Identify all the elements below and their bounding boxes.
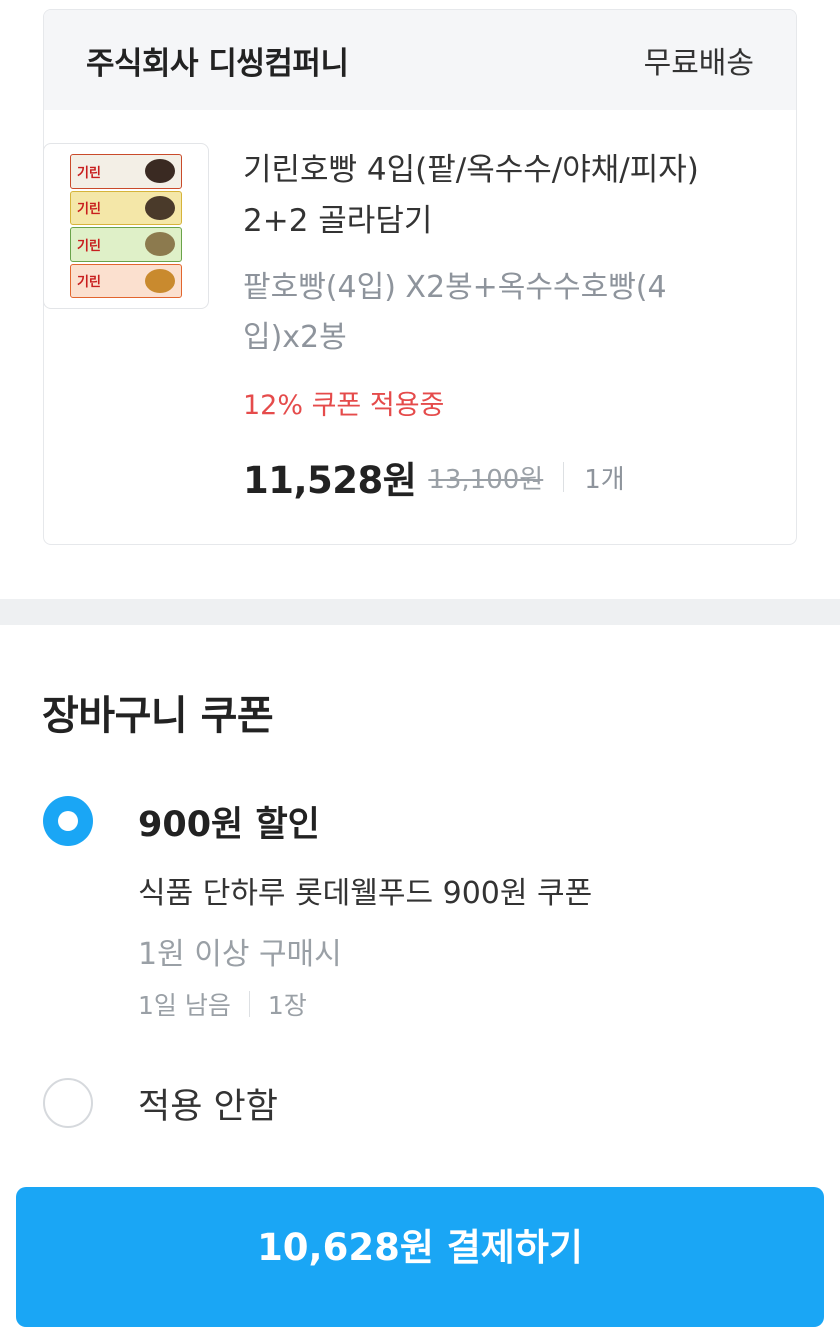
quantity: 1개 (584, 464, 625, 495)
coupon-applied-badge: 12% 쿠폰 적용중 (243, 390, 445, 421)
coupon-remaining: 1일 남음 (138, 991, 231, 1020)
product-option: 팥호빵(4입) X2봉+옥수수호빵(4입)x2봉 (243, 270, 667, 355)
coupon-name[interactable]: 900원 할인 (138, 796, 320, 847)
coupon-description: 식품 단하루 롯데웰푸드 900원 쿠폰 (138, 876, 593, 911)
thumbnail-label: 기린 (77, 202, 101, 218)
thumbnail-label: 기린 (77, 165, 101, 181)
seller-header: 주식회사 디씽컴퍼니 무료배송 (44, 10, 796, 110)
price-divider (563, 462, 565, 492)
product-thumbnail[interactable]: 기린 기린 기린 기린 (43, 143, 209, 309)
coupon-radio-selected[interactable] (43, 796, 93, 846)
coupon-meta: 1일 남음 1장 (138, 986, 307, 1022)
section-divider (0, 599, 840, 625)
product-image: 기린 기린 기린 기린 (70, 154, 182, 298)
radio-dot-icon (58, 811, 78, 831)
shipping-info: 무료배송 (643, 46, 754, 81)
original-price: 13,100원 (428, 464, 544, 495)
cart-coupon-title: 장바구니 쿠폰 (42, 693, 274, 739)
pay-button-label: 10,628원 결제하기 (257, 1226, 583, 1269)
price-row: 11,528원 13,100원 1개 (243, 450, 625, 504)
meta-divider (248, 991, 250, 1017)
thumbnail-label: 기린 (77, 275, 101, 291)
thumbnail-label: 기린 (77, 238, 101, 254)
pay-button[interactable]: 10,628원 결제하기 (16, 1187, 824, 1327)
no-coupon-radio[interactable] (43, 1078, 93, 1128)
no-coupon-label[interactable]: 적용 안함 (138, 1078, 278, 1129)
coupon-count: 1장 (267, 991, 307, 1020)
sale-price: 11,528원 (243, 459, 417, 502)
coupon-condition: 1원 이상 구매시 (138, 937, 342, 972)
seller-name[interactable]: 주식회사 디씽컴퍼니 (86, 38, 349, 83)
product-title[interactable]: 기린호빵 4입(팥/옥수수/야채/피자) 2+2 골라담기 (243, 145, 713, 247)
